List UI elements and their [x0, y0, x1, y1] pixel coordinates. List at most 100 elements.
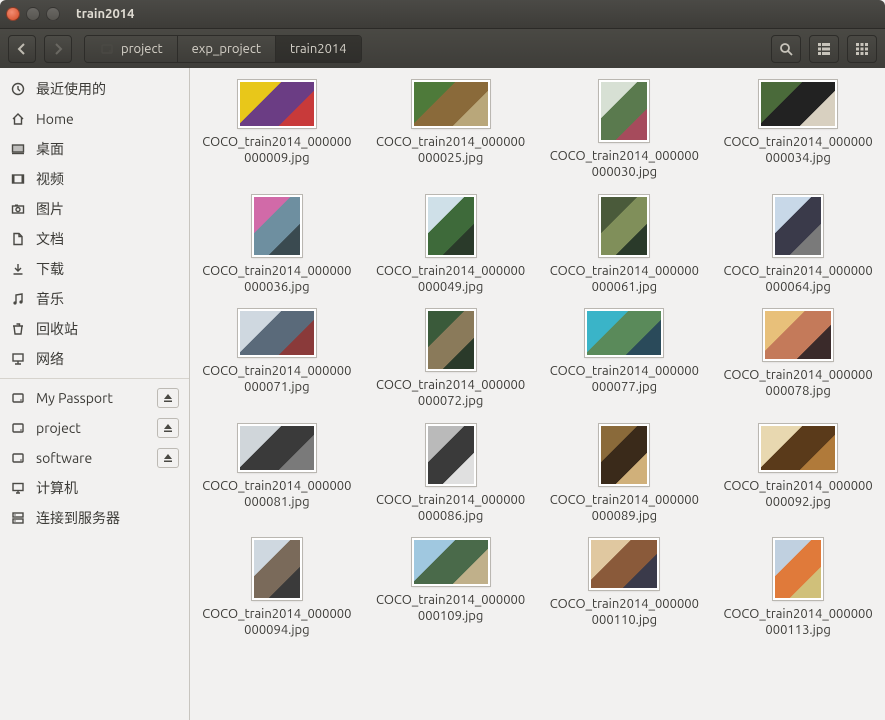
sidebar-item[interactable]: project	[0, 413, 189, 443]
eject-icon	[163, 393, 173, 403]
file-item[interactable]: COCO_train2014_000000000061.jpg	[548, 195, 700, 296]
file-item[interactable]: COCO_train2014_000000000109.jpg	[375, 538, 527, 639]
eject-button[interactable]	[157, 388, 179, 408]
file-item[interactable]: COCO_train2014_000000000086.jpg	[375, 424, 527, 525]
file-item[interactable]: COCO_train2014_000000000113.jpg	[722, 538, 874, 639]
view-grid-button[interactable]	[847, 35, 877, 63]
toolbar: project exp_project train2014	[0, 28, 885, 68]
window-minimize-button[interactable]	[26, 7, 40, 21]
file-item[interactable]: COCO_train2014_000000000077.jpg	[548, 309, 700, 410]
sidebar-item-label: 音乐	[36, 289, 64, 309]
sidebar-item-label: 图片	[36, 199, 64, 219]
file-name-label: COCO_train2014_000000000072.jpg	[376, 377, 526, 410]
file-item[interactable]: COCO_train2014_000000000025.jpg	[375, 80, 527, 181]
file-thumbnail	[426, 424, 476, 486]
window-maximize-button[interactable]	[46, 7, 60, 21]
file-thumbnail	[763, 309, 833, 361]
sidebar-item-label: 视频	[36, 169, 64, 189]
video-icon	[10, 171, 26, 187]
file-item[interactable]: COCO_train2014_000000000089.jpg	[548, 424, 700, 525]
file-item[interactable]: COCO_train2014_000000000064.jpg	[722, 195, 874, 296]
file-name-label: COCO_train2014_000000000064.jpg	[723, 263, 873, 296]
chevron-right-icon	[52, 43, 64, 55]
content-pane[interactable]: COCO_train2014_000000000009.jpgCOCO_trai…	[190, 68, 885, 720]
file-item[interactable]: COCO_train2014_000000000049.jpg	[375, 195, 527, 296]
sidebar-item-label: 回收站	[36, 319, 78, 339]
sidebar-item[interactable]: 文档	[0, 224, 189, 254]
file-thumbnail	[589, 538, 659, 590]
breadcrumb-label: train2014	[290, 42, 347, 56]
file-item[interactable]: COCO_train2014_000000000072.jpg	[375, 309, 527, 410]
file-thumbnail	[599, 424, 649, 486]
sidebar: 最近使用的 Home桌面视频图片文档下载音乐回收站网络 My Passport pro…	[0, 68, 190, 720]
main-area: 最近使用的 Home桌面视频图片文档下载音乐回收站网络 My Passport pro…	[0, 68, 885, 720]
sidebar-item[interactable]: 连接到服务器	[0, 503, 189, 533]
file-thumbnail	[412, 538, 490, 586]
file-item[interactable]: COCO_train2014_000000000030.jpg	[548, 80, 700, 181]
sidebar-item[interactable]: 下载	[0, 254, 189, 284]
sidebar-item[interactable]: 桌面	[0, 134, 189, 164]
file-item[interactable]: COCO_train2014_000000000036.jpg	[201, 195, 353, 296]
breadcrumb-label: exp_project	[192, 42, 261, 56]
file-thumbnail	[773, 195, 823, 257]
sidebar-item[interactable]: software	[0, 443, 189, 473]
nav-back-button[interactable]	[8, 35, 36, 63]
file-name-label: COCO_train2014_000000000081.jpg	[202, 478, 352, 511]
search-icon	[779, 42, 793, 56]
view-list-button[interactable]	[809, 35, 839, 63]
file-thumbnail	[759, 80, 837, 128]
drive-icon	[99, 41, 115, 57]
file-item[interactable]: COCO_train2014_000000000094.jpg	[201, 538, 353, 639]
download-icon	[10, 261, 26, 277]
file-item[interactable]: COCO_train2014_000000000034.jpg	[722, 80, 874, 181]
breadcrumb: project exp_project train2014	[84, 35, 362, 63]
sidebar-item[interactable]: Home	[0, 104, 189, 134]
file-thumbnail	[252, 195, 302, 257]
sidebar-item[interactable]: 回收站	[0, 314, 189, 344]
file-item[interactable]: COCO_train2014_000000000078.jpg	[722, 309, 874, 410]
file-name-label: COCO_train2014_000000000089.jpg	[549, 492, 699, 525]
sidebar-item-label: 最近使用的	[36, 79, 106, 99]
file-name-label: COCO_train2014_000000000086.jpg	[376, 492, 526, 525]
file-item[interactable]: COCO_train2014_000000000009.jpg	[201, 80, 353, 181]
file-name-label: COCO_train2014_000000000078.jpg	[723, 367, 873, 400]
file-item[interactable]: COCO_train2014_000000000071.jpg	[201, 309, 353, 410]
nav-forward-button[interactable]	[44, 35, 72, 63]
sidebar-item-label: My Passport	[36, 390, 113, 406]
sidebar-item[interactable]: 最近使用的	[0, 74, 189, 104]
sidebar-item[interactable]: My Passport	[0, 383, 189, 413]
server-icon	[10, 510, 26, 526]
file-thumbnail	[599, 195, 649, 257]
file-name-label: COCO_train2014_000000000049.jpg	[376, 263, 526, 296]
eject-button[interactable]	[157, 448, 179, 468]
file-thumbnail	[238, 424, 316, 472]
sidebar-item[interactable]: 音乐	[0, 284, 189, 314]
file-item[interactable]: COCO_train2014_000000000081.jpg	[201, 424, 353, 525]
file-grid: COCO_train2014_000000000009.jpgCOCO_trai…	[200, 80, 875, 639]
file-item[interactable]: COCO_train2014_000000000110.jpg	[548, 538, 700, 639]
file-name-label: COCO_train2014_000000000077.jpg	[549, 363, 699, 396]
sidebar-item-label: software	[36, 450, 92, 466]
document-icon	[10, 231, 26, 247]
clock-icon	[10, 81, 26, 97]
sidebar-item[interactable]: 图片	[0, 194, 189, 224]
eject-icon	[163, 453, 173, 463]
camera-icon	[10, 201, 26, 217]
eject-button[interactable]	[157, 418, 179, 438]
breadcrumb-segment[interactable]: project	[85, 36, 178, 62]
sidebar-item[interactable]: 网络	[0, 344, 189, 374]
search-button[interactable]	[771, 35, 801, 63]
breadcrumb-segment[interactable]: train2014	[276, 36, 361, 62]
file-name-label: COCO_train2014_000000000113.jpg	[723, 606, 873, 639]
breadcrumb-segment[interactable]: exp_project	[178, 36, 276, 62]
file-name-label: COCO_train2014_000000000071.jpg	[202, 363, 352, 396]
file-name-label: COCO_train2014_000000000109.jpg	[376, 592, 526, 625]
file-thumbnail	[252, 538, 302, 600]
sidebar-item[interactable]: 计算机	[0, 473, 189, 503]
window-close-button[interactable]	[6, 7, 20, 21]
file-thumbnail	[238, 309, 316, 357]
file-item[interactable]: COCO_train2014_000000000092.jpg	[722, 424, 874, 525]
sidebar-item-label: 文档	[36, 229, 64, 249]
sidebar-item[interactable]: 视频	[0, 164, 189, 194]
file-name-label: COCO_train2014_000000000110.jpg	[549, 596, 699, 629]
